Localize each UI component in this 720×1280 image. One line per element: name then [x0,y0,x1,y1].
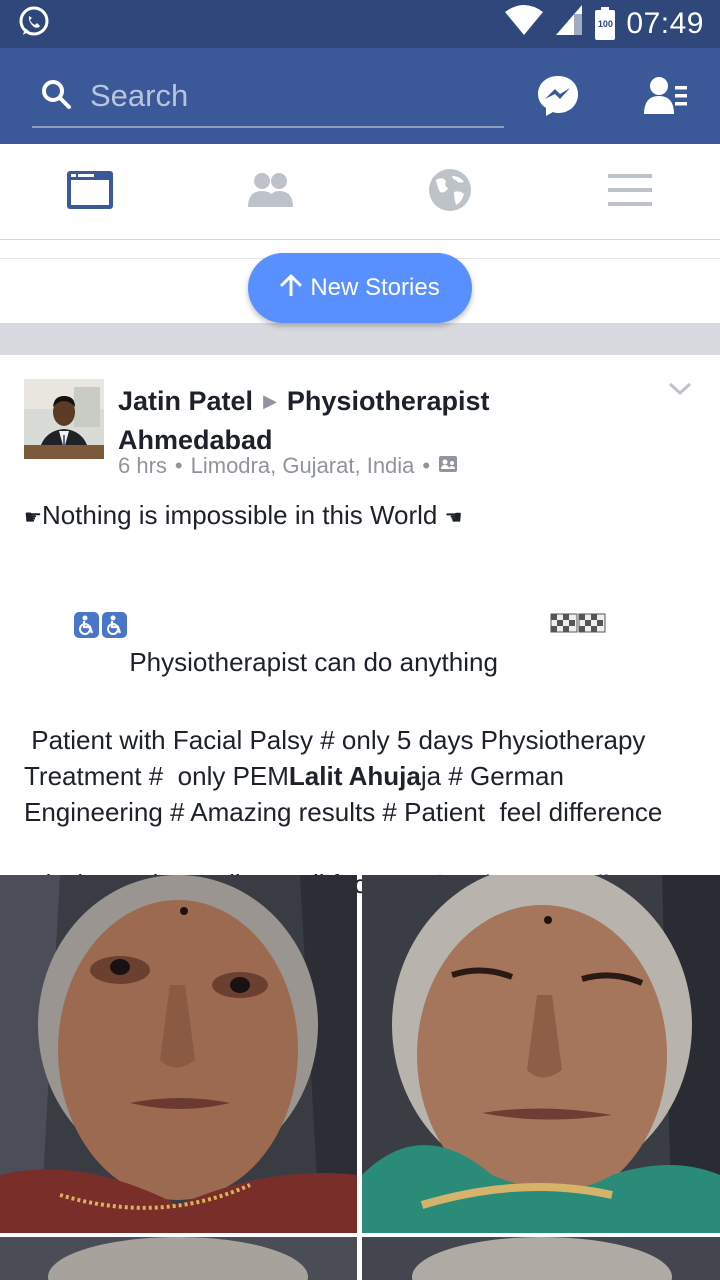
post-author[interactable]: Jatin Patel [118,386,253,416]
status-bar: 100 07:49 [0,0,720,48]
pointing-right-icon: ☛ [24,507,42,529]
post-photo-4[interactable] [362,1237,720,1280]
post-line-1: ☛Nothing is impossible in this World ☚ [24,500,463,530]
battery-level: 100 [597,19,613,29]
battery-icon: 100 [594,7,616,41]
post-body: ☛Nothing is impossible in this World ☚ P… [24,497,704,902]
whatsapp-icon [16,4,52,45]
search-input[interactable]: Search [90,78,188,114]
chequered-flag-icon [505,575,606,683]
messenger-icon [536,76,580,122]
messenger-button[interactable] [536,74,580,118]
post-photo-3[interactable] [0,1237,357,1280]
hamburger-icon [608,172,652,213]
globe-icon [428,168,472,217]
caret-right-icon: ▶ [263,391,277,411]
post-header: Jatin Patel ▶ Physiotherapist Ahmedabad [118,383,638,458]
status-clock: 07:49 [626,7,704,40]
chevron-down-icon [666,382,694,403]
post-paragraph-3: Patient with Facial Palsy # only 5 days … [24,725,663,827]
post-photo-after[interactable] [362,875,720,1233]
dot-separator: • [174,453,183,478]
post-line-2: Physiotherapist can do anything [24,575,704,684]
feed-separator [0,323,720,355]
signal-icon [554,4,584,44]
tab-friends[interactable] [240,168,300,216]
tab-menu[interactable] [600,168,660,216]
tab-news-feed[interactable] [60,168,120,216]
wifi-icon [504,4,544,44]
news-feed-icon [66,170,114,215]
new-stories-button[interactable]: New Stories [248,253,472,323]
feed-post: Jatin Patel ▶ Physiotherapist Ahmedabad 6 … [0,355,720,1280]
post-photos [0,875,720,1280]
dot-separator: • [422,453,431,478]
pointing-left-icon: ☚ [444,507,463,529]
friend-requests-icon [644,77,688,120]
new-stories-label: New Stories [310,274,440,301]
arrow-up-icon [280,274,302,303]
post-options-button[interactable] [666,379,694,399]
search-bar[interactable]: Search [32,66,504,128]
post-location[interactable]: Limodra, Gujarat, India [191,453,415,479]
wheelchair-icon [30,575,129,684]
friends-icon [246,172,294,213]
search-icon [40,78,72,115]
audience-icon[interactable] [438,453,458,479]
friend-requests-button[interactable] [644,76,688,116]
post-photo-before[interactable] [0,875,357,1233]
post-meta: 6 hrs • Limodra, Gujarat, India • [118,453,458,479]
tab-bar [0,144,720,240]
avatar[interactable] [24,379,104,459]
tagged-person[interactable]: Lalit Ahuja [289,761,421,791]
top-bar: Search [0,48,720,144]
post-time[interactable]: 6 hrs [118,453,167,479]
tab-notifications[interactable] [420,168,480,216]
